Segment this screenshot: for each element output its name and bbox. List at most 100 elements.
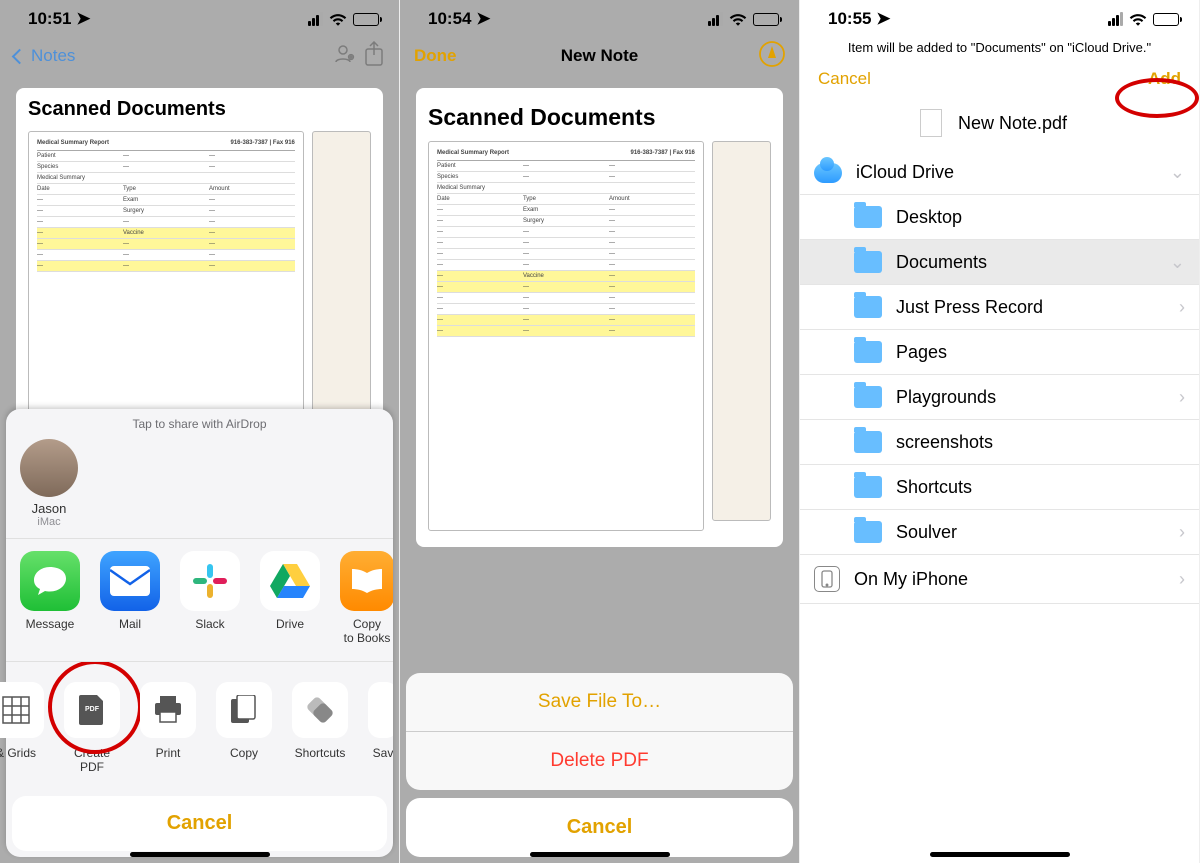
folder-label: Documents <box>896 252 987 273</box>
back-button[interactable]: Notes <box>14 46 104 66</box>
file-thumbnail-icon <box>920 109 942 137</box>
shortcuts-icon <box>292 682 348 738</box>
done-button[interactable]: Done <box>414 46 504 66</box>
scanned-preview: Medical Summary Report916-383-7387 | Fax… <box>428 141 771 531</box>
signal-icon <box>308 12 323 26</box>
status-bar: 10:55 ➤ <box>800 0 1199 34</box>
folder-desktop[interactable]: Desktop <box>800 195 1199 240</box>
cancel-button[interactable]: Cancel <box>406 798 793 857</box>
nav-bar: Done New Note <box>400 34 799 78</box>
cancel-button[interactable]: Cancel <box>12 796 387 851</box>
folder-screenshots[interactable]: screenshots <box>800 420 1199 465</box>
wifi-icon <box>1129 12 1147 26</box>
status-time: 10:51 <box>28 9 71 28</box>
chevron-down-icon: ⌄ <box>1170 162 1185 183</box>
print-icon <box>140 682 196 738</box>
chevron-right-icon: › <box>1179 569 1185 590</box>
folder-label: Desktop <box>896 207 962 228</box>
app-slack[interactable]: Slack <box>180 551 240 645</box>
collaborate-icon[interactable] <box>333 42 357 71</box>
action-print[interactable]: Print <box>140 682 196 774</box>
copy-icon <box>216 682 272 738</box>
action-sheet: Save File To… Delete PDF Cancel <box>406 673 793 857</box>
folder-label: Pages <box>896 342 947 363</box>
wifi-icon <box>729 12 747 26</box>
file-preview: New Note.pdf <box>800 97 1199 143</box>
app-drive[interactable]: Drive <box>260 551 320 645</box>
home-indicator[interactable] <box>930 852 1070 857</box>
home-indicator[interactable] <box>530 852 670 857</box>
action-create-pdf[interactable]: PDF Create PDF <box>64 682 120 774</box>
folder-justpressrecord[interactable]: Just Press Record› <box>800 285 1199 330</box>
app-label: Mail <box>119 617 141 631</box>
folder-icon <box>854 521 882 543</box>
share-icon[interactable] <box>363 41 385 72</box>
signal-icon <box>708 12 723 26</box>
save-file-button[interactable]: Save File To… <box>406 673 793 732</box>
app-label: Message <box>26 617 75 631</box>
folder-icon <box>854 476 882 498</box>
folder-label: Soulver <box>896 522 957 543</box>
location-label: iCloud Drive <box>856 162 954 183</box>
action-label: Copy <box>230 746 258 760</box>
location-on-my-iphone[interactable]: On My iPhone › <box>800 555 1199 604</box>
folder-label: Playgrounds <box>896 387 996 408</box>
airdrop-contact[interactable]: Jason iMac <box>20 439 78 528</box>
folder-label: Shortcuts <box>896 477 972 498</box>
file-name: New Note.pdf <box>958 113 1067 134</box>
scanned-preview: Medical Summary Report916-383-7387 | Fax… <box>28 131 371 431</box>
folder-documents[interactable]: Documents⌄ <box>800 240 1199 285</box>
action-label: Sav <box>373 746 393 760</box>
folder-playgrounds[interactable]: Playgrounds › <box>800 375 1199 420</box>
save-icon <box>368 682 393 738</box>
chevron-right-icon: › <box>1179 522 1185 543</box>
action-label: Shortcuts <box>295 746 346 760</box>
location-icloud[interactable]: iCloud Drive ⌄ <box>800 151 1199 195</box>
note-title: Scanned Documents <box>28 98 371 121</box>
action-grids[interactable]: & Grids <box>0 682 44 774</box>
back-label: Notes <box>31 46 75 66</box>
action-label: Create PDF <box>74 746 110 774</box>
chevron-right-icon: › <box>1179 387 1185 408</box>
folder-label: Just Press Record <box>896 297 1043 318</box>
app-mail[interactable]: Mail <box>100 551 160 645</box>
airdrop-hint: Tap to share with AirDrop <box>6 409 393 439</box>
folder-pages[interactable]: Pages <box>800 330 1199 375</box>
signal-icon <box>1108 12 1123 26</box>
action-label: Print <box>156 746 181 760</box>
contact-name: Jason <box>20 501 78 516</box>
folder-icon <box>854 296 882 318</box>
note-title: Scanned Documents <box>428 104 771 131</box>
location-icon: ➤ <box>876 9 890 28</box>
folder-icon <box>854 341 882 363</box>
location-icon: ➤ <box>76 9 90 28</box>
action-save[interactable]: Sav <box>368 682 393 774</box>
delete-pdf-button[interactable]: Delete PDF <box>406 732 793 790</box>
status-bar: 10:51 ➤ <box>0 0 399 34</box>
markup-icon[interactable] <box>759 41 785 72</box>
folder-label: screenshots <box>896 432 993 453</box>
nav-title: New Note <box>504 46 695 66</box>
iphone-icon <box>814 566 840 592</box>
folder-soulver[interactable]: Soulver › <box>800 510 1199 555</box>
cancel-button[interactable]: Cancel <box>818 69 871 89</box>
status-time: 10:55 <box>828 9 871 28</box>
icloud-icon <box>814 163 842 183</box>
app-books[interactable]: Copy to Books <box>340 551 393 645</box>
wifi-icon <box>329 12 347 26</box>
contact-device: iMac <box>20 516 78 528</box>
app-message[interactable]: Message <box>20 551 80 645</box>
location-list: iCloud Drive ⌄ Desktop Documents⌄ Just P… <box>800 151 1199 604</box>
app-label: Slack <box>195 617 224 631</box>
add-button[interactable]: Add <box>1148 69 1181 89</box>
home-indicator[interactable] <box>130 852 270 857</box>
location-icon: ➤ <box>476 9 490 28</box>
svg-text:PDF: PDF <box>85 706 100 713</box>
action-copy[interactable]: Copy <box>216 682 272 774</box>
folder-shortcuts[interactable]: Shortcuts <box>800 465 1199 510</box>
battery-icon <box>1153 13 1179 26</box>
avatar <box>20 439 78 497</box>
app-label: Drive <box>276 617 304 631</box>
action-shortcuts[interactable]: Shortcuts <box>292 682 348 774</box>
battery-icon <box>353 13 379 26</box>
